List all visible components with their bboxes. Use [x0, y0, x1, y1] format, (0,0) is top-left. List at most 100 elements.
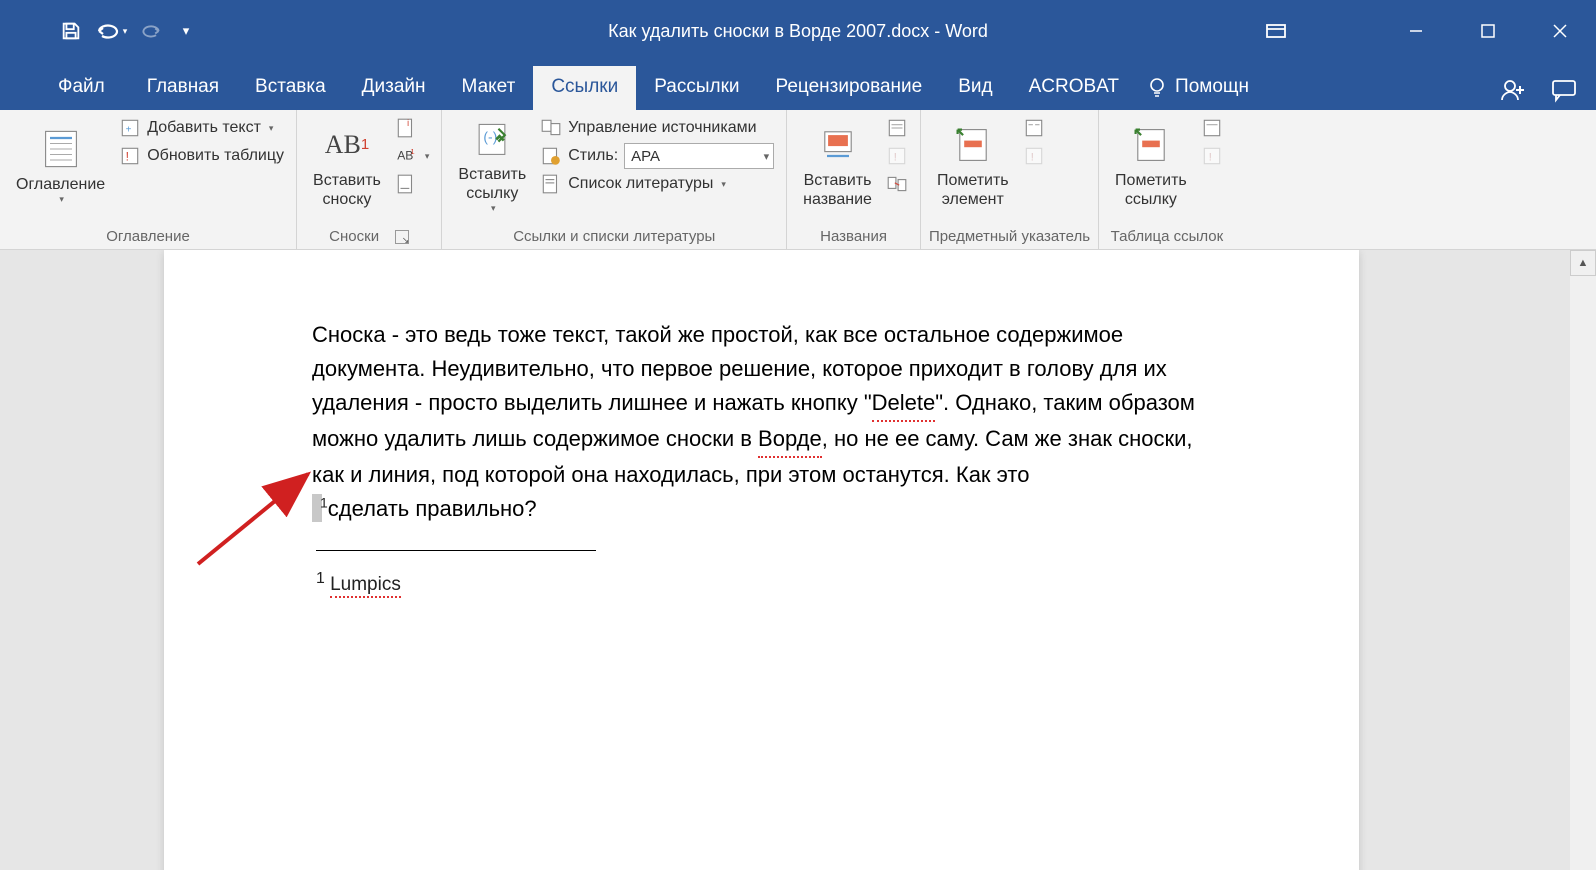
document-area[interactable]: Сноска - это ведь тоже текст, такой же п…	[0, 250, 1596, 870]
bibliography-icon	[540, 173, 562, 195]
toc-icon	[39, 127, 83, 171]
mark-citation-label: Пометить ссылку	[1115, 171, 1187, 209]
svg-text:!: !	[894, 151, 897, 163]
quick-access-toolbar: ▾ ▾	[0, 14, 198, 48]
footnote-ref: 1	[316, 570, 325, 587]
tab-review[interactable]: Рецензирование	[758, 66, 941, 110]
show-notes-icon	[395, 173, 417, 195]
citation-style-select[interactable]: APA	[624, 143, 774, 169]
bulb-icon	[1147, 77, 1167, 97]
svg-text:!: !	[1208, 151, 1211, 163]
footnote-body: Lumpics	[330, 574, 401, 598]
paragraph-text[interactable]: Сноска - это ведь тоже текст, такой же п…	[312, 318, 1220, 527]
tell-me[interactable]: Помощн	[1137, 66, 1259, 110]
next-footnote-icon: AB1	[395, 145, 417, 167]
footnote-text[interactable]: 1 Lumpics	[316, 570, 401, 598]
delete-word: Delete	[872, 386, 936, 422]
insert-footnote-button[interactable]: AB1 Вставить сноску	[305, 114, 389, 218]
next-footnote-button[interactable]: AB1▾	[391, 142, 434, 170]
mark-entry-icon	[951, 123, 995, 167]
page-1[interactable]: Сноска - это ведь тоже текст, такой же п…	[164, 250, 1359, 870]
save-button[interactable]	[54, 14, 88, 48]
tab-home[interactable]: Главная	[129, 66, 237, 110]
tab-references[interactable]: Ссылки	[533, 66, 636, 110]
group-captions: Вставить название ! Названия	[787, 110, 921, 249]
undo-button[interactable]: ▾	[94, 14, 128, 48]
insert-table-figures-button[interactable]	[882, 114, 912, 142]
footnote-mark[interactable]: 1	[320, 495, 328, 511]
tab-layout[interactable]: Макет	[444, 66, 534, 110]
caption-icon	[816, 123, 860, 167]
qat-customize-button[interactable]: ▾	[174, 14, 198, 48]
tab-design[interactable]: Дизайн	[344, 66, 444, 110]
update-figures-icon: !	[886, 145, 908, 167]
show-notes-button[interactable]	[391, 170, 434, 198]
group-captions-label: Названия	[795, 226, 912, 249]
footnotes-dialog-launcher[interactable]	[395, 230, 409, 244]
cross-reference-button[interactable]	[882, 170, 912, 198]
svg-text:+: +	[126, 124, 132, 135]
group-index-label: Предметный указатель	[929, 226, 1090, 249]
citation-icon: (-)	[470, 118, 514, 161]
update-icon: !	[119, 145, 141, 167]
insert-endnote-button[interactable]: i	[391, 114, 434, 142]
style-label: Стиль:	[568, 147, 618, 165]
manage-sources-label: Управление источниками	[568, 119, 756, 137]
share-button[interactable]	[1498, 76, 1526, 104]
ribbon-options-button[interactable]	[1246, 0, 1306, 62]
mark-citation-button[interactable]: Пометить ссылку	[1107, 114, 1195, 218]
insert-caption-button[interactable]: Вставить название	[795, 114, 880, 218]
add-text-icon: +	[119, 117, 141, 139]
bibliography-label: Список литературы	[568, 175, 713, 193]
window-controls	[1380, 0, 1596, 62]
manage-sources-icon	[540, 117, 562, 139]
tell-me-label: Помощн	[1175, 76, 1249, 98]
toc-button[interactable]: Оглавление ▾	[8, 114, 113, 218]
insert-authorities-icon	[1201, 117, 1223, 139]
insert-citation-button[interactable]: (-) Вставить ссылку▾	[450, 114, 534, 218]
mark-entry-button[interactable]: Пометить элемент	[929, 114, 1017, 218]
endnote-icon: i	[395, 117, 417, 139]
update-index-icon: !	[1023, 145, 1045, 167]
vertical-scrollbar[interactable]	[1570, 276, 1596, 870]
comments-button[interactable]	[1550, 77, 1578, 103]
add-text-button[interactable]: + Добавить текст▾	[115, 114, 288, 142]
group-authorities: Пометить ссылку ! Таблица ссылок	[1099, 110, 1235, 249]
manage-sources-button[interactable]: Управление источниками	[536, 114, 778, 142]
svg-text:i: i	[407, 118, 409, 128]
tab-mailings[interactable]: Рассылки	[636, 66, 757, 110]
update-authorities-button[interactable]: !	[1197, 142, 1227, 170]
footnote-icon: AB1	[325, 123, 369, 167]
svg-text:(-): (-)	[484, 129, 498, 145]
style-value: APA	[631, 148, 660, 165]
tab-acrobat[interactable]: ACROBAT	[1011, 66, 1137, 110]
ribbon: Оглавление ▾ + Добавить текст▾ ! Обновит…	[0, 110, 1596, 250]
title-bar: ▾ ▾ Как удалить сноски в Ворде 2007.docx…	[0, 0, 1596, 62]
update-figures-button[interactable]: !	[882, 142, 912, 170]
update-toc-button[interactable]: ! Обновить таблицу	[115, 142, 288, 170]
update-authorities-icon: !	[1201, 145, 1223, 167]
tab-file[interactable]: Файл	[44, 66, 129, 110]
update-index-button[interactable]: !	[1019, 142, 1049, 170]
insert-index-button[interactable]	[1019, 114, 1049, 142]
group-footnotes: AB1 Вставить сноску i AB1▾ Сноски	[297, 110, 442, 249]
svg-text:!: !	[1030, 151, 1033, 163]
group-index: Пометить элемент ! Предметный указатель	[921, 110, 1099, 249]
para-last: сделать правильно?	[328, 496, 537, 521]
style-icon	[540, 145, 562, 167]
insert-citation-label: Вставить ссылку	[458, 165, 526, 203]
bibliography-button[interactable]: Список литературы▾	[536, 170, 778, 198]
group-authorities-label: Таблица ссылок	[1107, 226, 1227, 249]
tab-insert[interactable]: Вставка	[237, 66, 344, 110]
tab-view[interactable]: Вид	[940, 66, 1010, 110]
table-figures-icon	[886, 117, 908, 139]
toc-label: Оглавление	[16, 175, 105, 194]
add-text-label: Добавить текст	[147, 119, 261, 137]
mark-citation-icon	[1129, 123, 1173, 167]
insert-authorities-button[interactable]	[1197, 114, 1227, 142]
redo-button[interactable]	[134, 14, 168, 48]
maximize-button[interactable]	[1452, 0, 1524, 62]
close-button[interactable]	[1524, 0, 1596, 62]
scroll-up-button[interactable]: ▲	[1570, 250, 1596, 276]
minimize-button[interactable]	[1380, 0, 1452, 62]
